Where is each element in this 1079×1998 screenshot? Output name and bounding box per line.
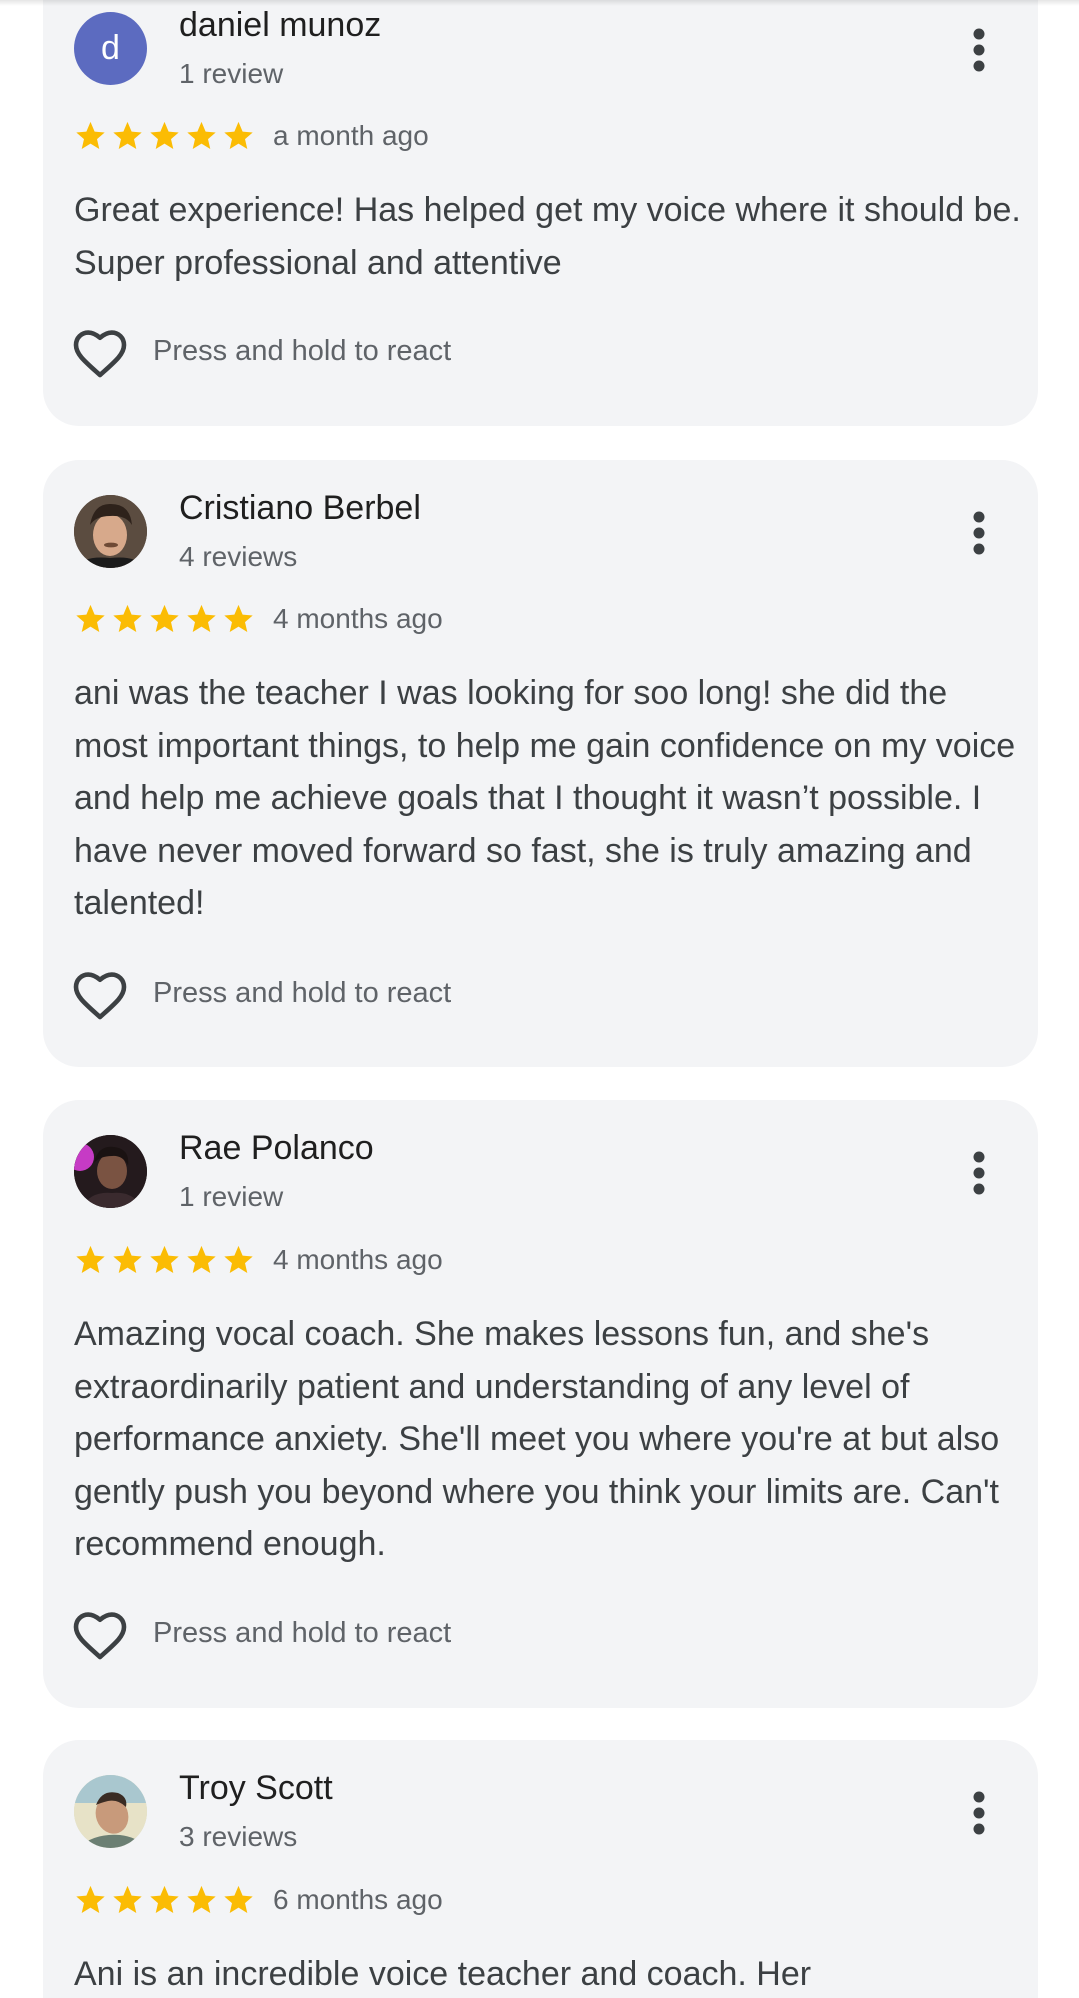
avatar-photo bbox=[74, 1775, 147, 1848]
review-text: Great experience! Has helped get my voic… bbox=[74, 191, 1021, 282]
avatar[interactable]: d bbox=[74, 12, 147, 85]
more-vertical-icon[interactable] bbox=[959, 20, 999, 80]
avatar-photo bbox=[74, 495, 147, 568]
reviewer-name[interactable]: daniel munoz bbox=[179, 6, 381, 45]
star-icon bbox=[224, 1245, 253, 1274]
star-icon bbox=[224, 121, 253, 150]
review-card: Troy Scott 3 reviews 6 months ago Ani is… bbox=[43, 1740, 1038, 1998]
star-icon bbox=[76, 121, 105, 150]
heart-outline-icon[interactable] bbox=[72, 328, 128, 378]
review-card: Rae Polanco 1 review 4 months ago Amazin… bbox=[43, 1100, 1038, 1708]
star-icon bbox=[76, 1885, 105, 1914]
react-hint[interactable]: Press and hold to react bbox=[153, 977, 451, 1010]
avatar[interactable] bbox=[74, 495, 147, 568]
more-vertical-icon[interactable] bbox=[959, 503, 999, 563]
star-rating bbox=[72, 602, 257, 636]
react-hint[interactable]: Press and hold to react bbox=[153, 1617, 451, 1650]
star-icon bbox=[113, 604, 142, 633]
star-icon bbox=[113, 1885, 142, 1914]
review-count: 3 reviews bbox=[179, 1821, 298, 1852]
star-icon bbox=[187, 604, 216, 633]
star-icon bbox=[113, 1245, 142, 1274]
star-rating bbox=[72, 1243, 257, 1277]
review-text: ani was the teacher I was looking for so… bbox=[74, 674, 1016, 922]
review-time: 4 months ago bbox=[273, 1244, 443, 1275]
review-count: 1 review bbox=[179, 1181, 284, 1212]
star-icon bbox=[76, 1245, 105, 1274]
review-card: d daniel munoz 1 review a month ago Grea… bbox=[43, 0, 1038, 426]
star-icon bbox=[150, 604, 179, 633]
avatar[interactable] bbox=[74, 1135, 147, 1208]
top-shadow bbox=[0, 0, 1079, 6]
avatar[interactable] bbox=[74, 1775, 147, 1848]
star-icon bbox=[113, 121, 142, 150]
reviewer-name[interactable]: Cristiano Berbel bbox=[179, 489, 421, 528]
review-text: Amazing vocal coach. She makes lessons f… bbox=[74, 1315, 1000, 1563]
reviews-list: d daniel munoz 1 review a month ago Grea… bbox=[0, 0, 1079, 1998]
heart-outline-icon[interactable] bbox=[72, 1610, 128, 1660]
heart-outline-icon[interactable] bbox=[72, 970, 128, 1020]
star-icon bbox=[187, 121, 216, 150]
review-time: 4 months ago bbox=[273, 603, 443, 634]
star-rating bbox=[72, 1883, 257, 1917]
more-vertical-icon[interactable] bbox=[959, 1143, 999, 1203]
star-icon bbox=[150, 121, 179, 150]
review-count: 1 review bbox=[179, 58, 284, 89]
avatar-photo bbox=[74, 1135, 147, 1208]
reviewer-name[interactable]: Troy Scott bbox=[179, 1769, 333, 1808]
star-icon bbox=[187, 1245, 216, 1274]
star-icon bbox=[224, 1885, 253, 1914]
more-vertical-icon[interactable] bbox=[959, 1783, 999, 1843]
review-time: a month ago bbox=[273, 120, 429, 151]
reviewer-name[interactable]: Rae Polanco bbox=[179, 1129, 374, 1168]
react-hint[interactable]: Press and hold to react bbox=[153, 335, 451, 368]
avatar-letter: d bbox=[101, 29, 120, 67]
star-icon bbox=[187, 1885, 216, 1914]
star-icon bbox=[224, 604, 253, 633]
review-time: 6 months ago bbox=[273, 1884, 443, 1915]
review-count: 4 reviews bbox=[179, 541, 298, 572]
star-icon bbox=[150, 1245, 179, 1274]
review-text: Ani is an incredible voice teacher and c… bbox=[74, 1955, 812, 1993]
star-rating bbox=[72, 119, 257, 153]
review-card: Cristiano Berbel 4 reviews 4 months ago … bbox=[43, 460, 1038, 1067]
star-icon bbox=[150, 1885, 179, 1914]
star-icon bbox=[76, 604, 105, 633]
